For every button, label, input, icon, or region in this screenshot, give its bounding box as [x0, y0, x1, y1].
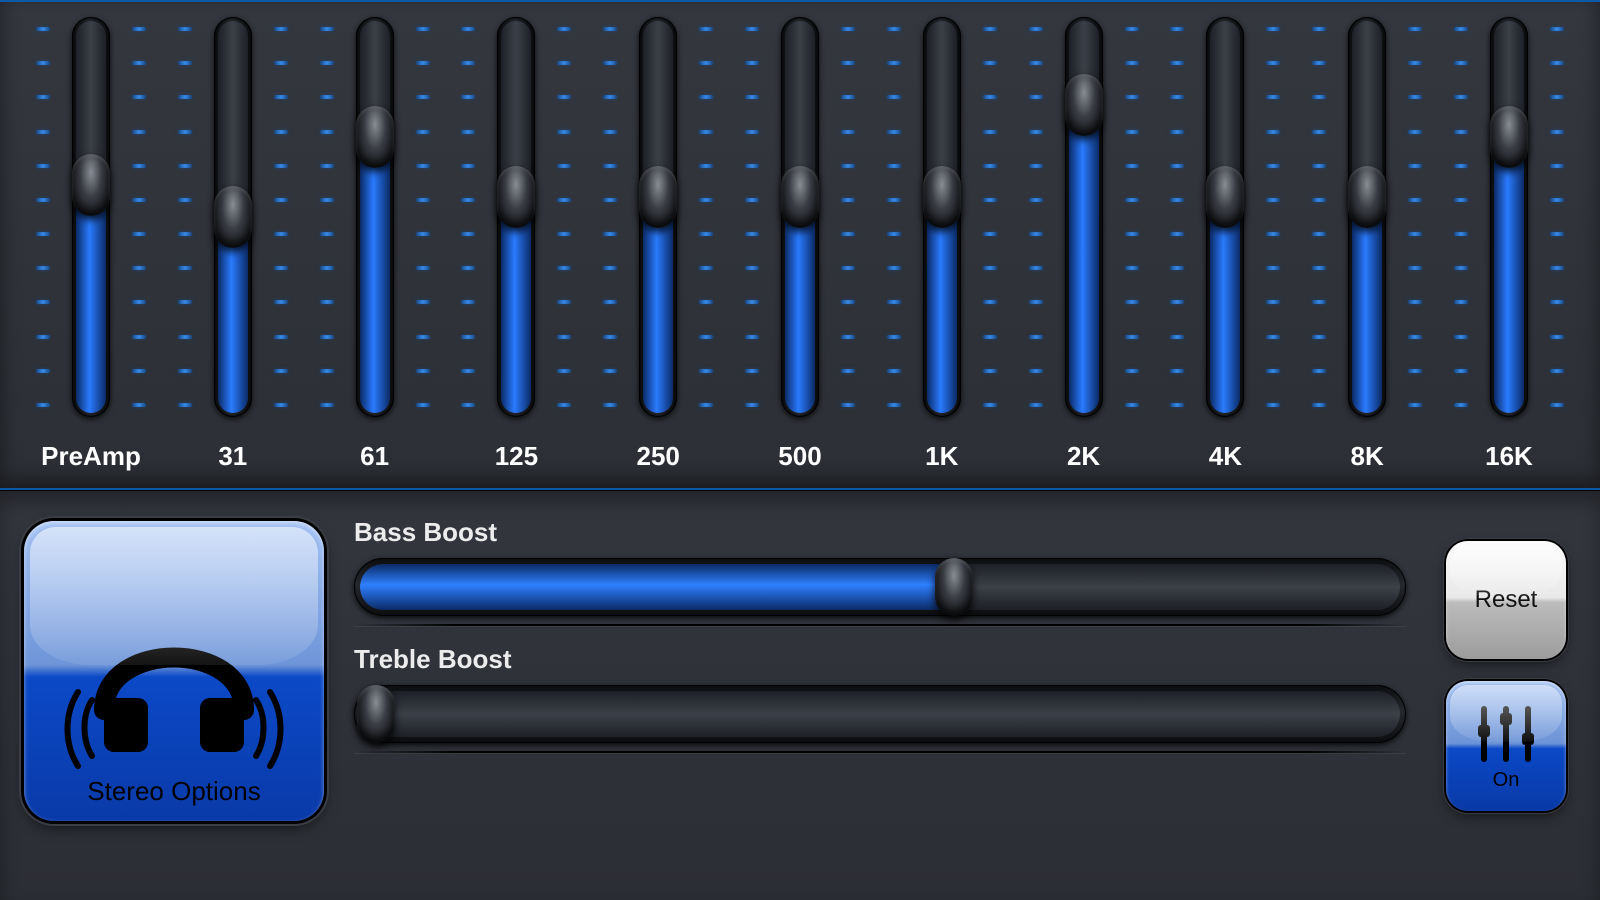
equalizer-app: PreAmp 31 61 125 250 500 1K 2K 4K 8K 16K Stereo Op…	[0, 0, 1600, 900]
treble-boost-group: Treble Boost	[354, 644, 1406, 753]
eq-band: 500	[739, 7, 861, 478]
eq-band: 8K	[1306, 7, 1428, 478]
eq-band: 1K	[881, 7, 1003, 478]
eq-panel: PreAmp 31 61 125 250 500 1K 2K 4K 8K 16K	[0, 0, 1600, 490]
eq-on-button[interactable]: On	[1446, 681, 1566, 811]
eq-band-label: 500	[778, 441, 821, 472]
eq-band-label: 16K	[1485, 441, 1533, 472]
eq-slider[interactable]	[1490, 17, 1528, 417]
slider-thumb[interactable]	[923, 166, 961, 228]
boost-section: Bass Boost Treble Boost	[354, 511, 1406, 900]
slider-thumb[interactable]	[356, 106, 394, 168]
eq-band-label: 8K	[1351, 441, 1384, 472]
eq-band-label: 2K	[1067, 441, 1100, 472]
eq-band-label: 125	[495, 441, 538, 472]
reset-button-label: Reset	[1475, 586, 1538, 614]
eq-slider[interactable]	[1348, 17, 1386, 417]
slider-thumb[interactable]	[357, 685, 395, 743]
equalizer-sliders-icon	[1468, 701, 1544, 767]
eq-band: 16K	[1448, 7, 1570, 478]
stereo-options-button[interactable]: Stereo Options	[24, 521, 324, 821]
slider-thumb[interactable]	[214, 186, 252, 248]
bottom-panel: Stereo Options Bass Boost Treble Boost	[0, 490, 1600, 900]
right-button-column: Reset On	[1436, 511, 1576, 900]
eq-slider[interactable]	[497, 17, 535, 417]
slider-thumb[interactable]	[1065, 74, 1103, 136]
slider-thumb[interactable]	[1490, 106, 1528, 168]
eq-slider[interactable]	[923, 17, 961, 417]
reset-button[interactable]: Reset	[1446, 541, 1566, 659]
eq-band-label: 1K	[925, 441, 958, 472]
slider-thumb[interactable]	[781, 166, 819, 228]
slider-thumb[interactable]	[935, 558, 973, 616]
eq-band-label: PreAmp	[41, 441, 141, 472]
slider-thumb[interactable]	[497, 166, 535, 228]
eq-band: 250	[597, 7, 719, 478]
eq-band-label: 31	[218, 441, 247, 472]
treble-boost-slider[interactable]	[354, 685, 1406, 743]
eq-band: 31	[172, 7, 294, 478]
treble-boost-label: Treble Boost	[354, 644, 1406, 675]
slider-thumb[interactable]	[1206, 166, 1244, 228]
eq-slider[interactable]	[356, 17, 394, 417]
eq-slider[interactable]	[214, 17, 252, 417]
eq-slider[interactable]	[1065, 17, 1103, 417]
eq-band-label: 4K	[1209, 441, 1242, 472]
eq-slider[interactable]	[781, 17, 819, 417]
slider-thumb[interactable]	[1348, 166, 1386, 228]
bass-boost-slider[interactable]	[354, 558, 1406, 616]
eq-band: 125	[455, 7, 577, 478]
eq-band-label: 61	[360, 441, 389, 472]
eq-slider[interactable]	[639, 17, 677, 417]
eq-slider[interactable]	[72, 17, 110, 417]
eq-band-label: 250	[636, 441, 679, 472]
eq-band: 4K	[1164, 7, 1286, 478]
eq-band: PreAmp	[30, 7, 152, 478]
eq-band: 2K	[1023, 7, 1145, 478]
bass-boost-label: Bass Boost	[354, 517, 1406, 548]
slider-thumb[interactable]	[72, 154, 110, 216]
slider-thumb[interactable]	[639, 166, 677, 228]
stereo-options-label: Stereo Options	[87, 776, 260, 807]
eq-band: 61	[314, 7, 436, 478]
headphones-icon	[64, 590, 284, 770]
eq-on-button-label: On	[1493, 769, 1520, 792]
eq-slider[interactable]	[1206, 17, 1244, 417]
bass-boost-group: Bass Boost	[354, 517, 1406, 626]
